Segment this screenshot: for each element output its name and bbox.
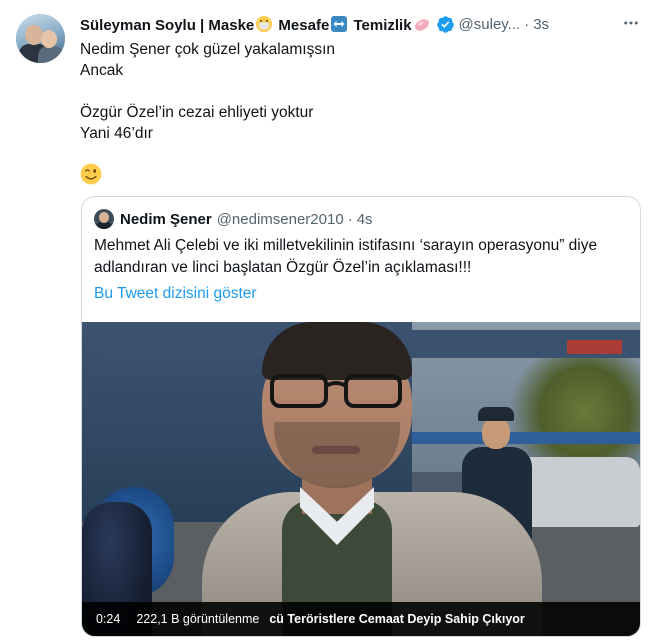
- quoted-tweet[interactable]: Nedim Şener @nedimsener2010 · 4s Mehmet …: [81, 196, 641, 637]
- verified-badge-icon: [436, 15, 454, 33]
- more-icon: [624, 21, 638, 25]
- video-view-count: 222,1 B görüntülenme: [136, 612, 260, 626]
- wink-face-emoji-icon: [80, 163, 102, 185]
- header-separator: ·: [524, 15, 530, 33]
- quoted-author-name[interactable]: Nedim Şener: [120, 211, 212, 228]
- tweet-timestamp[interactable]: 3s: [533, 16, 549, 33]
- video-info-bar: 0:24 222,1 B görüntülenme cü Teröristler…: [82, 602, 640, 636]
- more-options-button[interactable]: [620, 12, 642, 34]
- quoted-header-separator: ·: [347, 210, 353, 228]
- tweet-text: Nedim Şener çok güzel yakalamışsın Ancak…: [80, 39, 640, 144]
- video-caption: cü Teröristlere Cemaat Deyip Sahip Çıkıy…: [269, 612, 525, 626]
- author-handle[interactable]: @suley...: [459, 16, 521, 33]
- video-speaker-figure: [202, 322, 542, 636]
- tweet-text-line: Yani 46’dır: [80, 125, 153, 142]
- left-right-arrow-icon: [331, 15, 348, 32]
- tweet-text-line: Özgür Özel’in cezai ehliyeti yoktur: [80, 104, 314, 121]
- tweet[interactable]: Süleyman Soylu | Maske Mesafe Temizlik @…: [0, 0, 655, 640]
- show-thread-link[interactable]: Bu Tweet dizisini göster: [94, 285, 257, 303]
- quoted-author-avatar[interactable]: [94, 209, 114, 229]
- video-player[interactable]: 0:24 222,1 B görüntülenme cü Teröristler…: [82, 322, 640, 636]
- quoted-tweet-header: Nedim Şener @nedimsener2010 · 4s: [120, 208, 373, 230]
- author-avatar[interactable]: [16, 14, 65, 63]
- tweet-text-line: Nedim Şener çok güzel yakalamışsın: [80, 41, 336, 58]
- quoted-author-handle[interactable]: @nedimsener2010: [217, 211, 344, 228]
- tweet-text-line: [80, 81, 640, 102]
- quoted-tweet-text: Mehmet Ali Çelebi ve iki milletvekilinin…: [94, 237, 598, 276]
- tweet-text-line: Ancak: [80, 62, 124, 79]
- tweet-header: Süleyman Soylu | Maske Mesafe Temizlik @…: [80, 13, 640, 35]
- author-name[interactable]: Süleyman Soylu | Maske Mesafe Temizlik: [80, 15, 432, 34]
- quoted-tweet-timestamp[interactable]: 4s: [357, 211, 373, 228]
- soap-emoji-icon: [414, 18, 429, 31]
- video-duration: 0:24: [96, 612, 121, 626]
- mask-face-emoji-icon: [256, 15, 273, 32]
